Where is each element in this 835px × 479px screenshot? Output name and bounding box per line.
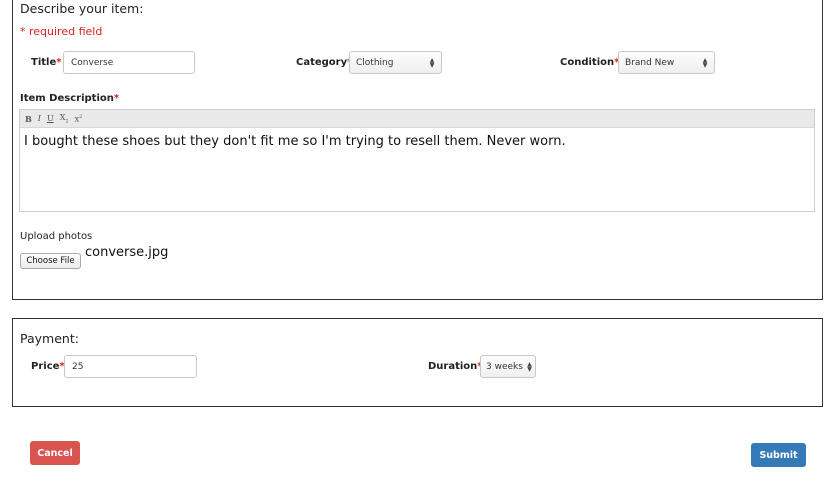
category-label-text: Category: [296, 57, 348, 68]
item-description-editor[interactable]: B I U X2 x2 I bought these shoes but the…: [19, 109, 815, 212]
item-description-text[interactable]: I bought these shoes but they don't fit …: [20, 128, 814, 155]
title-label-text: Title: [31, 57, 57, 68]
underline-button[interactable]: U: [47, 114, 54, 123]
price-label: Price*: [31, 361, 65, 372]
select-arrows-icon: ▲ ▼: [702, 56, 708, 69]
condition-selected-value: Brand New: [625, 57, 675, 68]
cancel-button[interactable]: Cancel: [30, 441, 80, 465]
item-description-label-text: Item Description: [20, 93, 114, 104]
italic-button[interactable]: I: [38, 114, 41, 123]
subscript-mark: 2: [65, 118, 69, 125]
superscript-mark: 2: [79, 113, 83, 120]
title-label: Title*: [31, 57, 61, 68]
required-field-note: * required field: [20, 25, 103, 38]
subscript-button[interactable]: X2: [60, 113, 69, 125]
editor-toolbar: B I U X2 x2: [20, 110, 814, 128]
duration-label: Duration*: [428, 361, 483, 372]
upload-photos-label: Upload photos: [20, 231, 93, 242]
duration-selected-value: 3 weeks: [486, 361, 523, 372]
required-star: *: [56, 57, 62, 68]
category-selected-value: Clothing: [356, 57, 394, 68]
price-input[interactable]: [64, 355, 197, 378]
submit-button[interactable]: Submit: [751, 443, 806, 467]
condition-label-text: Condition: [560, 57, 615, 68]
select-arrows-icon: ▲ ▼: [429, 56, 435, 69]
duration-label-text: Duration: [428, 361, 478, 372]
condition-label: Condition*: [560, 57, 619, 68]
category-label: Category*: [296, 57, 352, 68]
bold-button[interactable]: B: [25, 114, 32, 124]
superscript-button[interactable]: x2: [75, 114, 83, 124]
title-input[interactable]: [63, 51, 195, 74]
describe-heading: Describe your item:: [20, 1, 144, 16]
price-label-text: Price: [31, 361, 60, 372]
payment-heading: Payment:: [20, 331, 79, 346]
choose-file-button[interactable]: Choose File: [20, 253, 81, 269]
condition-select[interactable]: Brand New ▲ ▼: [618, 51, 715, 74]
category-select[interactable]: Clothing ▲ ▼: [349, 51, 442, 74]
item-description-label: Item Description*: [20, 93, 119, 104]
uploaded-file-name: converse.jpg: [85, 245, 169, 260]
duration-select[interactable]: 3 weeks ▲ ▼: [480, 355, 536, 378]
required-star: *: [113, 93, 120, 104]
select-arrows-icon: ▲ ▼: [527, 360, 532, 373]
